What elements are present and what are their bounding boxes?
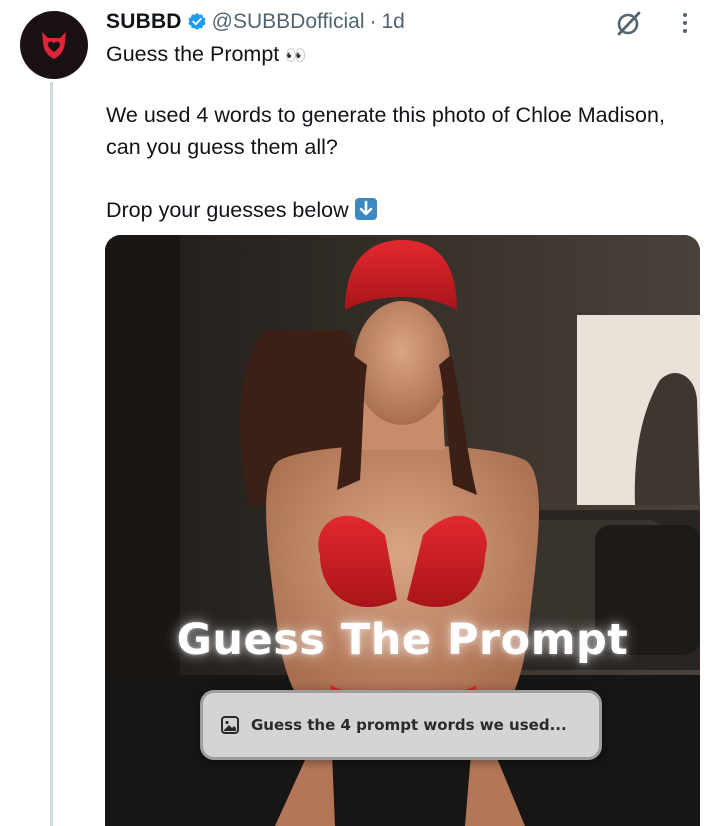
tweet-text-line-1: Guess the Prompt 👀 — [106, 38, 306, 72]
tweet-header: SUBBD @SUBBDofficial · 1d — [106, 8, 405, 36]
down-arrow-icon — [354, 198, 377, 220]
more-options-button[interactable] — [673, 8, 697, 38]
tweet-text-title: Guess the Prompt — [106, 42, 280, 66]
tweet-text-line-2: We used 4 words to generate this photo o… — [106, 103, 665, 127]
more-dots-icon — [683, 13, 687, 17]
tweet-text-cta: Drop your guesses below — [106, 198, 349, 222]
overlay-title: Guess The Prompt — [176, 615, 629, 665]
verified-badge-icon — [187, 12, 207, 32]
grok-button[interactable] — [612, 6, 646, 40]
tweet-media-image[interactable]: Guess The Prompt Guess the 4 prompt word… — [105, 235, 700, 826]
separator-dot: · — [369, 10, 377, 33]
eyes-emoji: 👀 — [285, 46, 307, 65]
prompt-input-box: Guess the 4 prompt words we used... — [200, 690, 602, 760]
prompt-box-text: Guess the 4 prompt words we used... — [251, 716, 567, 734]
tweet-text-line-3: can you guess them all? — [106, 135, 338, 159]
tweet-text-line-4: Drop your guesses below — [106, 194, 377, 229]
author-handle[interactable]: @SUBBDofficial — [212, 10, 365, 34]
avatar[interactable] — [20, 11, 88, 79]
down-arrow-emoji — [354, 197, 377, 229]
image-icon — [221, 716, 239, 734]
author-name[interactable]: SUBBD — [106, 10, 182, 34]
grok-icon — [617, 11, 641, 36]
thread-line — [50, 82, 53, 826]
devil-shield-logo-icon — [42, 32, 66, 59]
timestamp[interactable]: 1d — [382, 10, 405, 34]
